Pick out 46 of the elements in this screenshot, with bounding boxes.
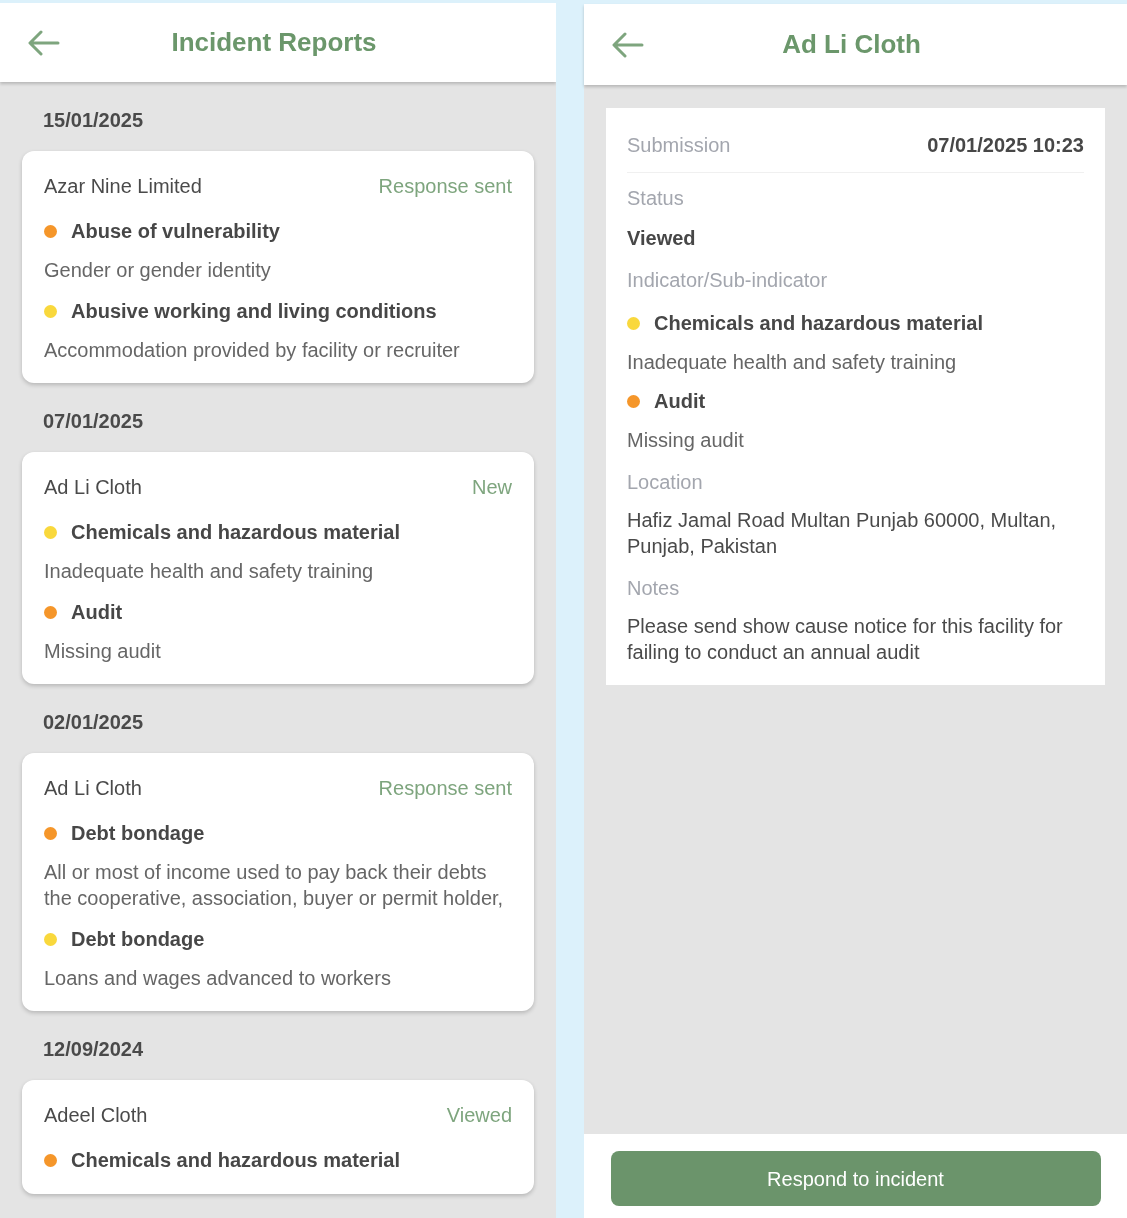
status-value: Viewed: [627, 226, 697, 251]
indicator-name: Chemicals and hazardous material: [654, 311, 983, 336]
sub-indicator-text: Accommodation provided by facility or recruiter: [44, 338, 461, 363]
facility-name: Ad Li Cloth: [44, 776, 142, 801]
field-label: Status: [627, 186, 685, 211]
report-status: Response sent: [378, 776, 512, 801]
sub-indicator-text: Missing audit: [44, 639, 162, 664]
back-arrow-icon[interactable]: [28, 29, 60, 56]
location-text: Hafiz Jamal Road Multan Punjab 60000, Multan, Punjab, Pakistan: [627, 508, 1058, 559]
report-card[interactable]: Adeel Cloth Viewed Chemicals and hazardous material: [22, 1080, 534, 1194]
indicator-name: Chemicals and hazardous material: [71, 1148, 400, 1173]
screen-title: Ad Li Cloth: [781, 28, 922, 61]
sub-indicator-text: All or most of income used to pay back their debts the cooperative, association, buyer or permit holder,: [44, 860, 505, 911]
report-status: Viewed: [446, 1103, 512, 1128]
date-heading: 07/01/2025: [42, 409, 145, 434]
sub-indicator-text: Loans and wages advanced to workers: [44, 966, 392, 991]
sub-indicator-text: Inadequate health and safety training: [627, 350, 958, 375]
field-label: Submission: [627, 133, 731, 158]
report-status: New: [472, 475, 512, 500]
indicator-name: Audit: [654, 389, 706, 414]
indicator-name: Abusive working and living conditions: [71, 299, 437, 324]
report-card[interactable]: Ad Li Cloth Response sent Debt bondage All or most of income used to pay back their debts the cooperative, association, buyer or permit holder, Debt bondage Loans and wages advanced to workers: [22, 753, 534, 1011]
back-arrow-icon[interactable]: [612, 31, 644, 58]
screen-title: Incident Reports: [170, 26, 378, 59]
indicator-name: Abuse of vulnerability: [71, 219, 280, 244]
date-heading: 15/01/2025: [42, 108, 145, 133]
indicator-name: Debt bondage: [71, 821, 205, 846]
indicator-name: Debt bondage: [71, 927, 205, 952]
facility-name: Azar Nine Limited: [44, 174, 202, 199]
facility-name: Ad Li Cloth: [44, 475, 142, 500]
field-label: Indicator/Sub-indicator: [627, 268, 829, 293]
date-heading: 12/09/2024: [42, 1037, 145, 1062]
submission-date: 07/01/2025 10:23: [927, 133, 1084, 158]
report-card[interactable]: Azar Nine Limited Response sent Abuse of vulnerability Gender or gender identity Abusive working and living conditions Accommodation provided by facility or recruiter: [22, 151, 534, 383]
report-card[interactable]: Ad Li Cloth New Chemicals and hazardous material Inadequate health and safety training Audit Missing audit: [22, 452, 534, 684]
indicator-name: Audit: [71, 600, 123, 625]
report-status: Response sent: [378, 174, 512, 199]
facility-name: Adeel Cloth: [44, 1103, 148, 1128]
field-label: Location: [627, 470, 704, 495]
sub-indicator-text: Inadequate health and safety training: [44, 559, 375, 584]
field-label: Notes: [627, 576, 681, 601]
sub-indicator-text: Missing audit: [627, 428, 745, 453]
date-heading: 02/01/2025: [42, 710, 145, 735]
sub-indicator-text: Gender or gender identity: [44, 258, 272, 283]
notes-text: Please send show cause notice for this facility for failing to conduct an annual audit: [627, 614, 1064, 665]
indicator-name: Chemicals and hazardous material: [71, 520, 400, 545]
